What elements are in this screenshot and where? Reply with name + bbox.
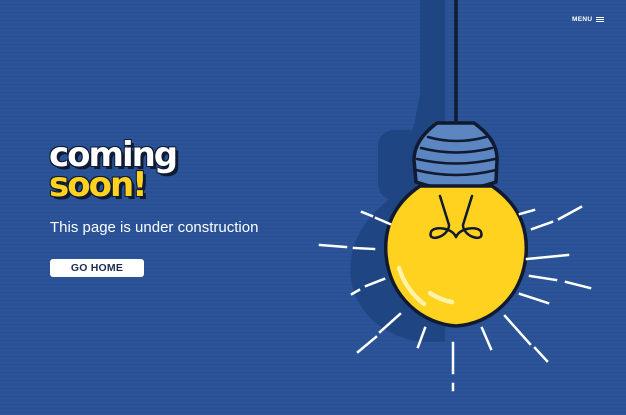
light-bulb-icon (318, 0, 592, 392)
coming-soon-page: MENU coming soon! This page is under con… (0, 0, 626, 415)
